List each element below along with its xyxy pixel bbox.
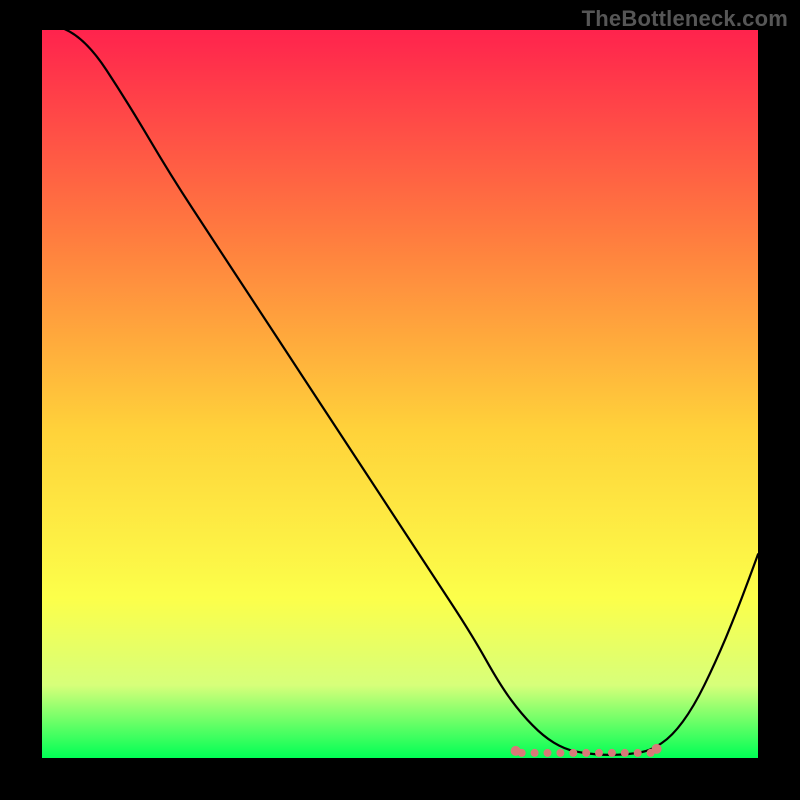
plateau-dot	[544, 749, 552, 757]
plateau-dot	[621, 749, 629, 757]
plateau-dot	[608, 749, 616, 757]
plateau-dot	[634, 749, 642, 757]
plateau-dot	[582, 749, 590, 757]
plateau-dot	[531, 749, 539, 757]
chart-canvas	[42, 30, 758, 758]
plateau-dot	[556, 749, 564, 757]
chart-stage: TheBottleneck.com	[0, 0, 800, 800]
plateau-dot	[569, 749, 577, 757]
plateau-end-dot	[652, 744, 662, 754]
plateau-dot	[595, 749, 603, 757]
chart-svg	[42, 30, 758, 758]
plateau-end-dot	[511, 746, 521, 756]
watermark-text: TheBottleneck.com	[582, 6, 788, 32]
